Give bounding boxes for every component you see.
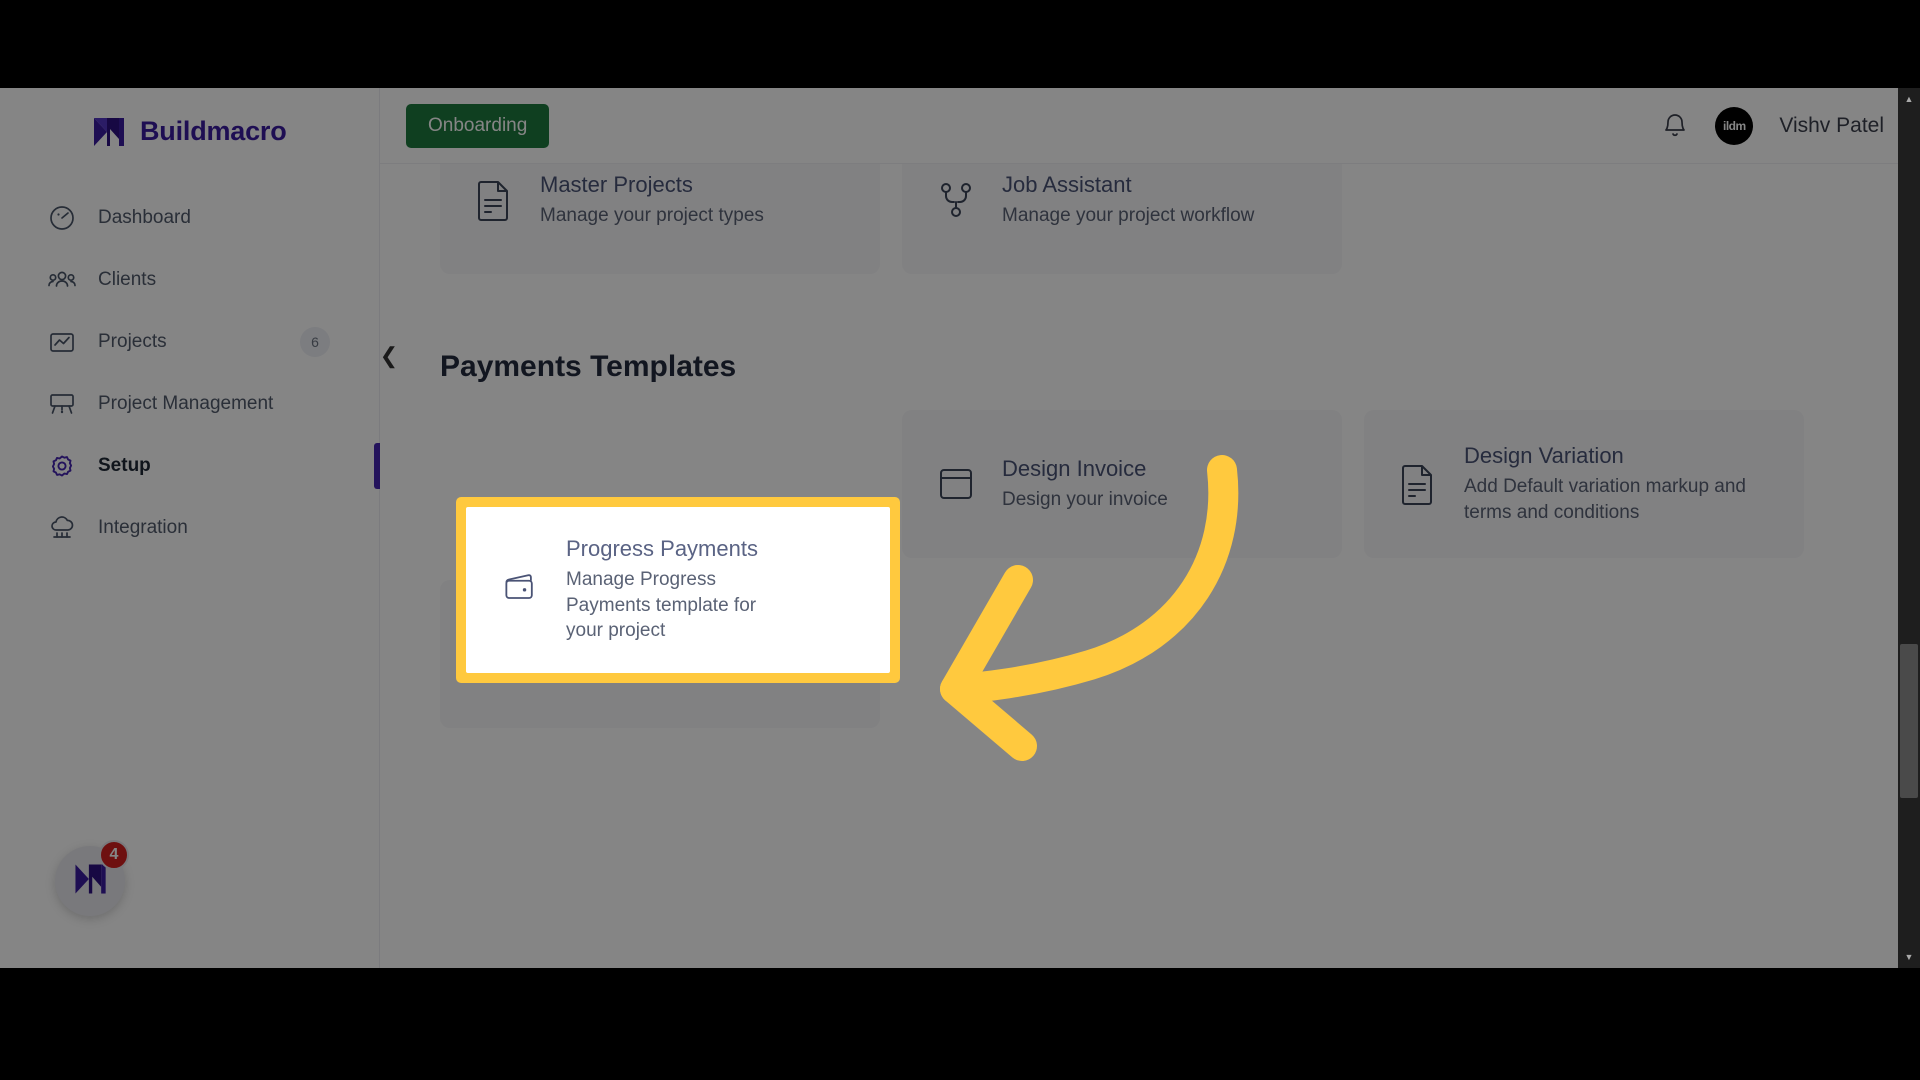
card-design-variation[interactable]: Design Variation Add Default variation m… xyxy=(1364,410,1804,558)
gauge-icon xyxy=(46,202,78,234)
invoice-icon xyxy=(936,462,976,506)
user-name[interactable]: Vishv Patel xyxy=(1779,114,1884,138)
sidebar-item-label: Integration xyxy=(98,517,188,538)
sidebar-item-setup[interactable]: Setup xyxy=(0,435,380,497)
screenshot-stage: Buildmacro Dashboard Clients Projects 6 … xyxy=(0,0,1920,1080)
help-widget-button[interactable]: 4 xyxy=(55,840,129,916)
workflow-branch-icon xyxy=(936,178,976,222)
sidebar: Buildmacro Dashboard Clients Projects 6 … xyxy=(0,88,380,968)
card-job-assistant[interactable]: Job Assistant Manage your project workfl… xyxy=(902,164,1342,274)
card-title: Job Assistant xyxy=(1002,171,1132,197)
card-title: Design Variation xyxy=(1464,442,1624,468)
brand-logo[interactable]: Buildmacro xyxy=(0,88,379,147)
application-window: Buildmacro Dashboard Clients Projects 6 … xyxy=(0,88,1920,968)
card-text: Progress Payments Manage Progress Paymen… xyxy=(566,536,798,644)
card-design-invoice[interactable]: Design Invoice Design your invoice xyxy=(902,410,1342,558)
scroll-up-arrow-icon[interactable]: ▲ xyxy=(1898,88,1920,110)
gear-icon xyxy=(46,450,78,482)
letterbox-bottom xyxy=(0,968,1920,1080)
sidebar-item-label: Projects xyxy=(98,331,167,352)
highlight-frame: Progress Payments Manage Progress Paymen… xyxy=(458,499,898,681)
card-title: Design Invoice xyxy=(1002,455,1147,481)
card-title: Master Projects xyxy=(540,171,693,197)
document-icon xyxy=(474,178,514,222)
sidebar-item-integration[interactable]: Integration xyxy=(0,497,379,559)
page-section-title: Payments Templates xyxy=(440,350,737,383)
bell-icon[interactable] xyxy=(1661,111,1689,141)
chevron-left-icon: ❮ xyxy=(379,343,399,368)
sidebar-nav: Dashboard Clients Projects 6 Project Man… xyxy=(0,187,380,559)
scroll-down-arrow-icon[interactable]: ▼ xyxy=(1898,946,1920,968)
notification-count-badge: 4 xyxy=(99,840,129,870)
brand-name: Buildmacro xyxy=(140,116,287,146)
buildmacro-m-logo-icon xyxy=(92,117,126,147)
users-icon xyxy=(46,264,78,296)
card-master-projects[interactable]: Master Projects Manage your project type… xyxy=(440,164,880,274)
card-text: Design Invoice Design your invoice xyxy=(1002,456,1168,513)
sidebar-collapse-button[interactable]: ❮ xyxy=(374,341,404,371)
chart-box-icon xyxy=(46,326,78,358)
card-description: Manage your project workflow xyxy=(1002,204,1255,226)
card-description: Design your invoice xyxy=(1002,488,1168,510)
easel-board-icon xyxy=(46,388,78,420)
sidebar-item-dashboard[interactable]: Dashboard xyxy=(0,187,379,249)
app-header: Onboarding ildm Vishv Patel xyxy=(380,88,1920,164)
avatar[interactable]: ildm xyxy=(1715,106,1754,145)
sidebar-item-label: Clients xyxy=(98,269,157,290)
card-progress-payments[interactable]: Progress Payments Manage Progress Paymen… xyxy=(466,507,890,673)
cloud-plug-icon xyxy=(46,512,78,544)
sidebar-item-clients[interactable]: Clients xyxy=(0,249,379,311)
document-icon xyxy=(1398,462,1438,506)
vertical-scrollbar[interactable]: ▲ ▼ xyxy=(1898,88,1920,968)
sidebar-item-label: Project Management xyxy=(98,393,274,414)
onboarding-button[interactable]: Onboarding xyxy=(406,103,550,148)
sidebar-item-label: Setup xyxy=(98,455,151,476)
buildmacro-m-logo-icon xyxy=(71,862,109,901)
header-right-group: ildm Vishv Patel xyxy=(1661,106,1920,145)
card-description: Manage Progress Payments template for yo… xyxy=(566,569,757,642)
card-text: Master Projects Manage your project type… xyxy=(540,172,764,229)
sidebar-item-project-management[interactable]: Project Management xyxy=(0,373,379,435)
card-text: Design Variation Add Default variation m… xyxy=(1464,443,1774,525)
card-description: Manage your project types xyxy=(540,204,764,226)
projects-count-badge: 6 xyxy=(300,327,330,357)
sidebar-item-label: Dashboard xyxy=(98,207,191,228)
card-description: Add Default variation markup and terms a… xyxy=(1464,475,1746,523)
wallet-icon xyxy=(500,568,540,612)
project-setup-cards-row: Master Projects Manage your project type… xyxy=(380,164,1342,274)
letterbox-top xyxy=(0,0,1920,88)
sidebar-item-projects[interactable]: Projects 6 xyxy=(0,311,379,373)
card-text: Job Assistant Manage your project workfl… xyxy=(1002,172,1254,229)
scrollbar-thumb[interactable] xyxy=(1900,644,1918,798)
card-title: Progress Payments xyxy=(566,536,758,562)
